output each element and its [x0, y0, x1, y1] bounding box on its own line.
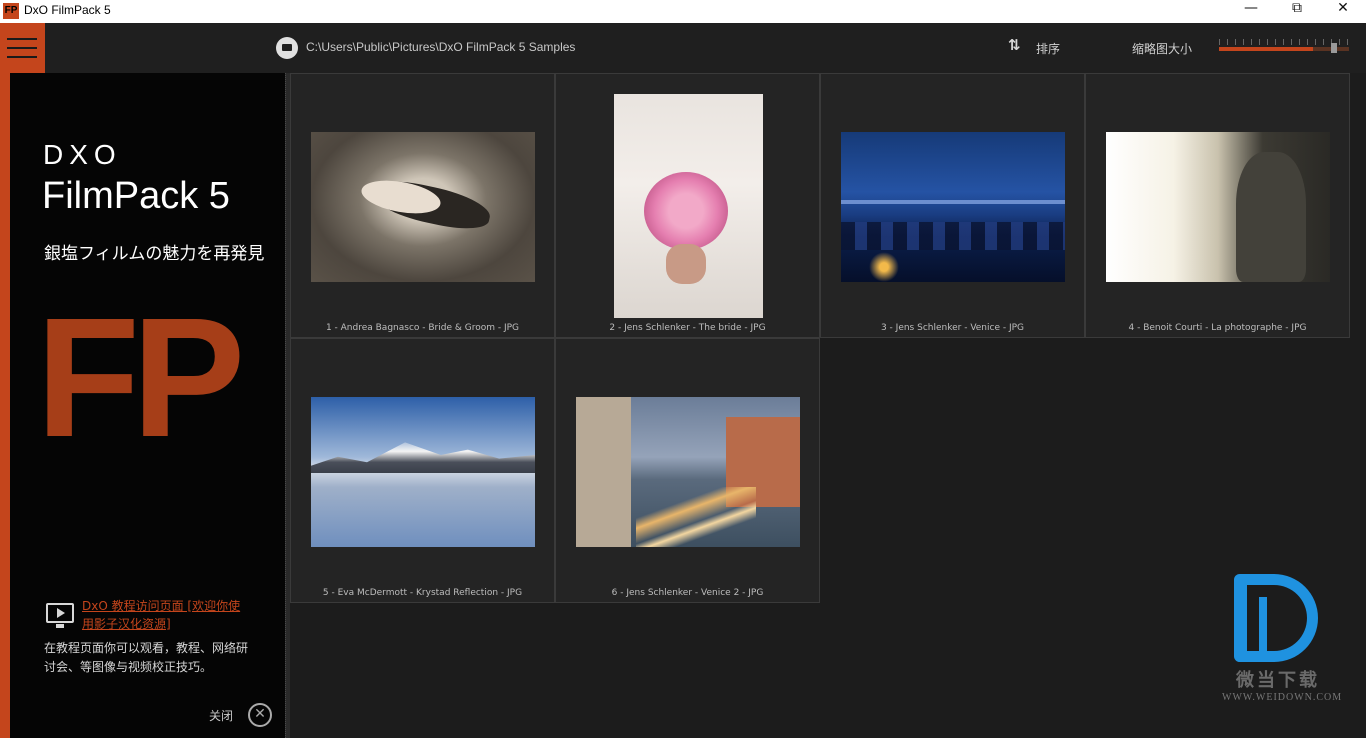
- tutorial-monitor-icon: [46, 603, 74, 623]
- photo-detail: [1236, 152, 1306, 282]
- close-window-button[interactable]: ✕: [1320, 0, 1366, 23]
- photo-thumbnail[interactable]: 6 - Jens Schlenker - Venice 2 - JPG: [555, 338, 820, 603]
- window-title: DxO FilmPack 5: [24, 3, 111, 17]
- close-circle-icon[interactable]: ✕: [248, 703, 272, 727]
- slider-handle[interactable]: [1330, 43, 1337, 53]
- photo-detail: [576, 397, 631, 547]
- monitor-stand-icon: [56, 624, 64, 628]
- watermark: 微当下载 WWW.WEIDOWN.COM: [1216, 568, 1341, 708]
- photo-caption: 3 - Jens Schlenker - Venice - JPG: [880, 323, 1025, 333]
- photo-detail: [841, 222, 1065, 250]
- photo-detail: [666, 244, 706, 284]
- photo-detail: [841, 200, 1065, 204]
- maximize-button[interactable]: ⧉: [1274, 0, 1320, 23]
- watermark-url: WWW.WEIDOWN.COM: [1222, 692, 1343, 703]
- close-panel-label[interactable]: 关闭: [209, 707, 233, 724]
- photo-image[interactable]: [1106, 132, 1330, 282]
- photo-caption: 2 - Jens Schlenker - The bride - JPG: [609, 323, 766, 333]
- tutorial-description: 在教程页面你可以观看，教程、网络研讨会、等图像与视频校正技巧。: [44, 641, 249, 674]
- photo-thumbnail[interactable]: 3 - Jens Schlenker - Venice - JPG: [820, 73, 1085, 338]
- photo-thumbnail[interactable]: 1 - Andrea Bagnasco - Bride & Groom - JP…: [290, 73, 555, 338]
- photo-caption: 1 - Andrea Bagnasco - Bride & Groom - JP…: [325, 323, 520, 333]
- welcome-sidebar: DXO FilmPack 5 銀塩フィルムの魅力を再発見 FP DxO 教程访问…: [0, 73, 285, 738]
- photo-image[interactable]: [614, 94, 763, 318]
- sort-button[interactable]: 排序: [1036, 40, 1060, 57]
- photo-image[interactable]: [311, 397, 535, 547]
- photo-thumbnail[interactable]: 2 - Jens Schlenker - The bride - JPG: [555, 73, 820, 338]
- hamburger-menu-button[interactable]: [0, 23, 45, 73]
- minimize-button[interactable]: —: [1228, 0, 1274, 23]
- photo-caption: 4 - Benoit Courti - La photographe - JPG: [1128, 323, 1307, 333]
- fp-logo: FP: [36, 283, 245, 473]
- thumbnail-size-label: 缩略图大小: [1132, 42, 1193, 56]
- photo-grid: 1 - Andrea Bagnasco - Bride & Groom - JP…: [290, 73, 1366, 738]
- tutorial-link[interactable]: DxO 教程访问页面 [欢迎你使用影子汉化资源]: [82, 597, 252, 633]
- photo-image[interactable]: [841, 132, 1065, 282]
- folder-path[interactable]: C:\Users\Public\Pictures\DxO FilmPack 5 …: [306, 40, 575, 54]
- watermark-logo-icon: [1234, 574, 1318, 662]
- watermark-text: 微当下载: [1236, 670, 1320, 691]
- dxo-logo: DXO: [43, 139, 122, 170]
- sort-icon[interactable]: ⇅: [1008, 36, 1020, 54]
- photo-detail: [644, 172, 728, 250]
- hamburger-icon: [7, 38, 37, 40]
- photo-caption: 6 - Jens Schlenker - Venice 2 - JPG: [611, 588, 764, 598]
- photo-thumbnail[interactable]: 4 - Benoit Courti - La photographe - JPG: [1085, 73, 1350, 338]
- slider-fill: [1219, 47, 1313, 51]
- app-icon: FP: [3, 3, 19, 19]
- photo-detail: [311, 442, 535, 473]
- photo-caption: 5 - Eva McDermott - Krystad Reflection -…: [322, 588, 523, 598]
- photo-detail: [636, 487, 756, 547]
- thumbnail-size-slider[interactable]: [1219, 37, 1349, 59]
- toolbar: C:\Users\Public\Pictures\DxO FilmPack 5 …: [0, 23, 1366, 73]
- hamburger-icon: [7, 47, 37, 49]
- photo-image[interactable]: [576, 397, 800, 547]
- tagline: 銀塩フィルムの魅力を再発見: [44, 244, 265, 264]
- photo-image[interactable]: [311, 132, 535, 282]
- slider-ticks: [1219, 39, 1349, 45]
- hamburger-icon: [7, 56, 37, 58]
- photo-detail: [869, 252, 899, 282]
- product-name: FilmPack 5: [42, 175, 230, 217]
- folder-icon[interactable]: [276, 37, 298, 59]
- title-bar: FP DxO FilmPack 5 — ⧉ ✕: [0, 0, 1366, 23]
- photo-thumbnail[interactable]: 5 - Eva McDermott - Krystad Reflection -…: [290, 338, 555, 603]
